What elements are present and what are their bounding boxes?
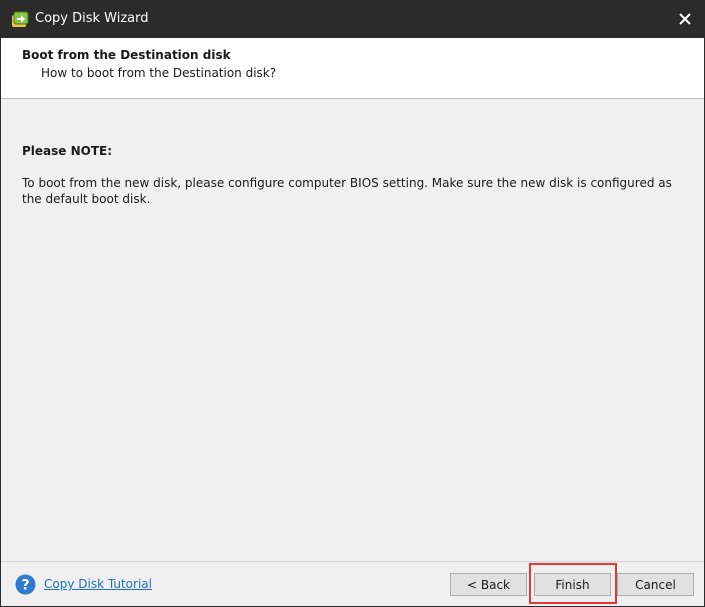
title-bar[interactable]: Copy Disk Wizard — [1, 1, 704, 38]
note-text: To boot from the new disk, please config… — [22, 176, 672, 206]
step-subtitle: How to boot from the Destination disk? — [41, 66, 277, 80]
cancel-button[interactable]: Cancel — [617, 573, 694, 596]
finish-button[interactable]: Finish — [534, 573, 611, 596]
help-question-icon[interactable]: ? — [15, 574, 36, 595]
close-button[interactable] — [666, 1, 704, 38]
copy-disk-wizard-window: Copy Disk Wizard Boot from the Destinati… — [0, 0, 705, 607]
copy-disk-tutorial-link[interactable]: Copy Disk Tutorial — [44, 577, 152, 591]
close-icon — [679, 10, 691, 29]
wizard-footer: ? Copy Disk Tutorial < Back Finish Cance… — [1, 561, 704, 606]
back-button[interactable]: < Back — [450, 573, 527, 596]
copy-disk-wizard-app-icon — [10, 9, 30, 29]
note-title: Please NOTE: — [22, 144, 113, 158]
step-title: Boot from the Destination disk — [22, 48, 231, 62]
wizard-header: Boot from the Destination disk How to bo… — [1, 38, 704, 99]
svg-text:?: ? — [21, 578, 29, 594]
window-title: Copy Disk Wizard — [35, 11, 149, 26]
wizard-content: Please NOTE: To boot from the new disk, … — [1, 99, 704, 561]
